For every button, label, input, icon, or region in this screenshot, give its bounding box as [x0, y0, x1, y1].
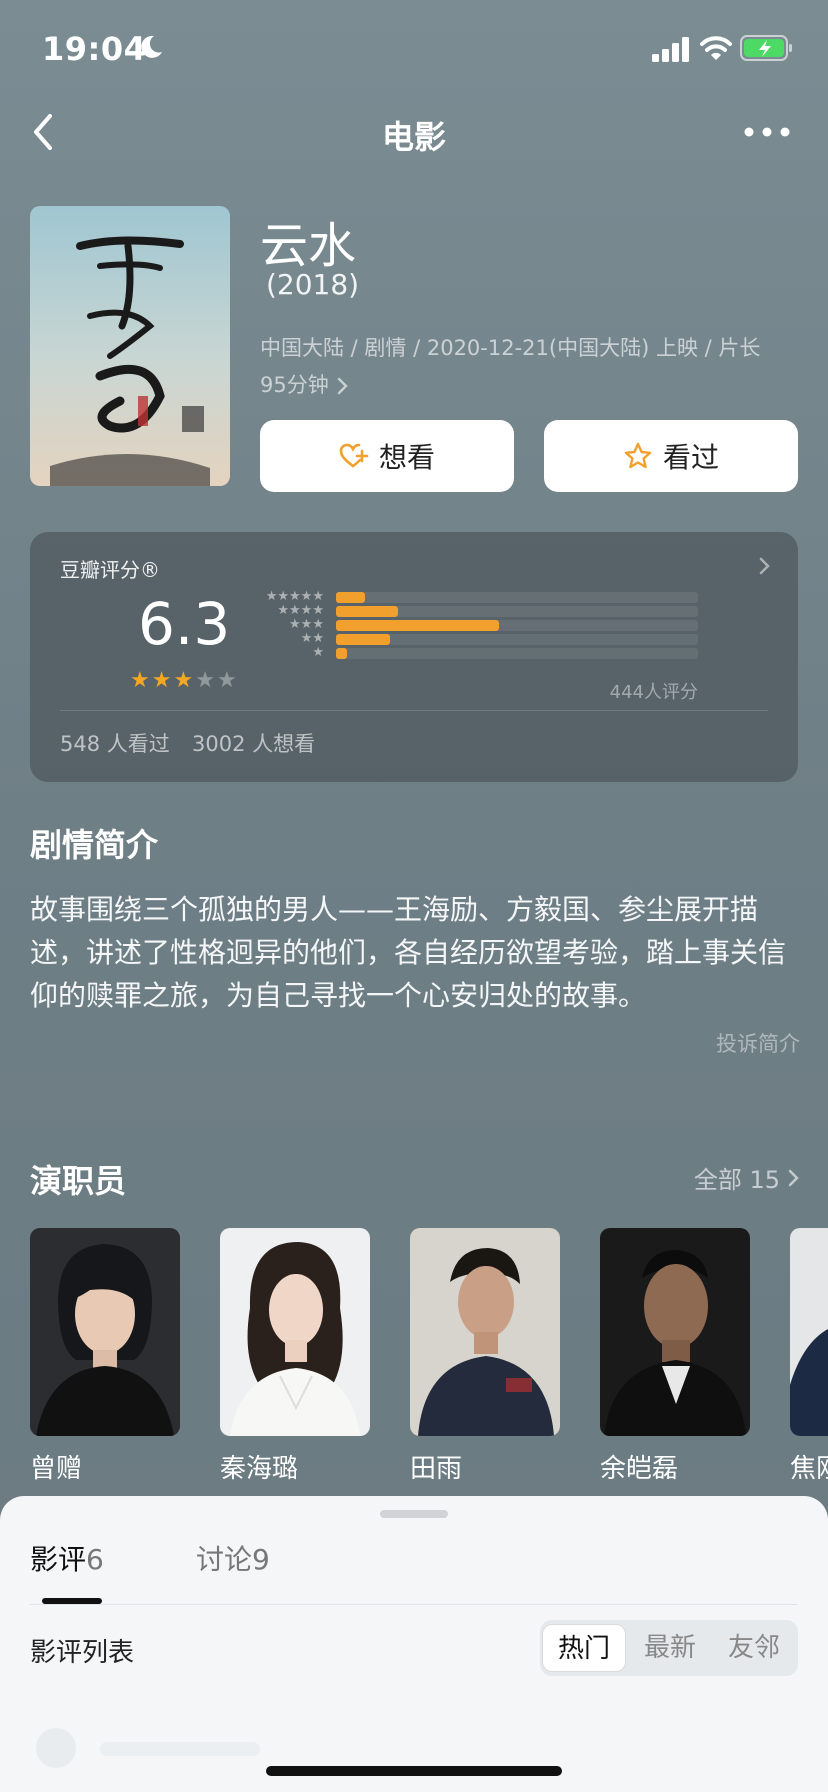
divider [30, 1604, 798, 1605]
sort-latest-button[interactable]: 最新 [628, 1624, 712, 1672]
distribution-track [336, 634, 698, 645]
movie-meta-line1: 中国大陆 / 剧情 / 2020-12-21(中国大陆) 上映 / 片长 [260, 336, 761, 360]
distribution-bar [336, 592, 365, 603]
distribution-bar [336, 648, 347, 659]
star-filled-icon: ★ [151, 668, 174, 693]
cast-photo [410, 1228, 560, 1436]
reviews-sheet: 影评6 讨论9 影评列表 热门 最新 友邻 [0, 1496, 828, 1792]
distribution-stars-label: ★★★★ [277, 603, 324, 618]
chevron-right-icon [759, 557, 770, 575]
want-label: 想看 [378, 441, 435, 474]
report-synopsis-link[interactable]: 投诉简介 [700, 1028, 800, 1058]
movie-poster[interactable] [30, 206, 230, 486]
chevron-right-icon [337, 377, 348, 394]
distribution-track [336, 620, 698, 631]
star-outline-icon [624, 442, 652, 469]
sort-hot-button[interactable]: 热门 [542, 1624, 626, 1672]
seen-label: 看过 [662, 441, 719, 474]
cast-card[interactable]: 余皑磊 饰 参尘/刘明 [600, 1228, 750, 1520]
wifi-icon [700, 36, 732, 60]
distribution-stars-label: ★★★★★ [265, 589, 324, 604]
watched-button[interactable]: 看过 [544, 420, 798, 492]
cast-card[interactable]: 焦刚 饰 [790, 1228, 828, 1520]
review-list-title: 影评列表 [30, 1638, 135, 1668]
distribution-bar [336, 620, 499, 631]
cast-name: 曾赠 [30, 1454, 83, 1484]
poster-art [50, 236, 210, 486]
page-title: 电影 [381, 118, 446, 156]
home-indicator[interactable] [266, 1766, 562, 1776]
movie-title: 云水 [260, 218, 357, 274]
cast-photo [600, 1228, 750, 1436]
movie-year: (2018) [266, 268, 360, 301]
cast-name: 秦海璐 [220, 1454, 299, 1484]
battery-charging-icon [740, 35, 792, 61]
tab-discussions-label: 讨论 [196, 1543, 253, 1576]
rating-stars: ★★★★★ [130, 668, 239, 693]
chevron-right-icon [788, 1169, 799, 1186]
distribution-stars-label: ★★★ [289, 617, 324, 632]
star-empty-icon: ★ [216, 668, 239, 693]
distribution-stars-label: ★ [312, 645, 324, 660]
rating-label: 豆瓣评分® [60, 558, 160, 582]
status-time: 19:04 [42, 30, 147, 68]
nav-bar: 电影 [0, 100, 828, 164]
movie-meta[interactable]: 中国大陆 / 剧情 / 2020-12-21(中国大陆) 上映 / 片长 95分… [260, 330, 800, 404]
distribution-bar [336, 606, 398, 617]
movie-meta-line2: 95分钟 [260, 367, 800, 404]
status-bar: 19:04 [0, 0, 828, 100]
want-to-watch-button[interactable]: 想看 [260, 420, 514, 492]
tab-reviews[interactable]: 影评6 [30, 1538, 104, 1578]
cast-name: 余皑磊 [600, 1454, 679, 1484]
star-empty-icon: ★ [195, 668, 217, 693]
want-count: 3002 人想看 [192, 732, 316, 756]
synopsis-title: 剧情简介 [30, 826, 159, 864]
avatar [36, 1728, 76, 1768]
cast-photo [790, 1228, 828, 1436]
tab-reviews-label: 影评 [30, 1543, 87, 1576]
star-filled-icon: ★ [173, 668, 196, 693]
star-filled-icon: ★ [130, 668, 152, 693]
cast-all-link[interactable]: 全部 15 [660, 1160, 800, 1195]
cast-title: 演职员 [30, 1162, 127, 1200]
sort-friends-button[interactable]: 友邻 [712, 1624, 796, 1672]
cast-photo [220, 1228, 370, 1436]
rating-count: 444人评分 [609, 682, 698, 703]
cast-card[interactable]: 秦海璐 饰 莫梅 [220, 1228, 370, 1520]
movie-duration: 95分钟 [260, 373, 329, 397]
tab-discussions-count: 9 [252, 1543, 270, 1576]
moon-icon [141, 35, 162, 58]
cast-name: 田雨 [410, 1454, 463, 1484]
cast-card[interactable]: 曾赠 导演 [30, 1228, 180, 1520]
rating-score: 6.3 [138, 590, 231, 658]
cast-all-label: 全部 15 [693, 1166, 780, 1194]
cast-photo [30, 1228, 180, 1436]
distribution-track [336, 592, 698, 603]
tab-reviews-count: 6 [86, 1543, 104, 1576]
review-placeholder [100, 1742, 260, 1756]
signal-icon [652, 37, 689, 62]
synopsis-text[interactable]: 故事围绕三个孤独的男人——王海励、方毅国、参尘展开描述，讲述了性格迥异的他们，各… [30, 888, 802, 1017]
more-icon[interactable] [742, 120, 792, 144]
divider [60, 710, 768, 711]
distribution-bar [336, 634, 391, 645]
distribution-track [336, 606, 698, 617]
seen-count: 548 人看过 [60, 732, 170, 756]
cast-card[interactable]: 田雨 饰 王海励 [410, 1228, 560, 1520]
heart-plus-icon [339, 443, 369, 468]
rating-card[interactable]: 豆瓣评分® 6.3 ★★★★★ ★★★★★ ★★★★ ★★★ ★★ ★ 444人评分 5… [30, 532, 798, 782]
tab-discussions[interactable]: 讨论9 [196, 1538, 270, 1578]
sheet-drag-handle[interactable] [380, 1510, 448, 1518]
distribution-stars-label: ★★ [300, 631, 324, 646]
distribution-track [336, 648, 698, 659]
sort-segmented-control: 热门 最新 友邻 [540, 1620, 798, 1676]
cast-name: 焦刚 [790, 1454, 828, 1484]
